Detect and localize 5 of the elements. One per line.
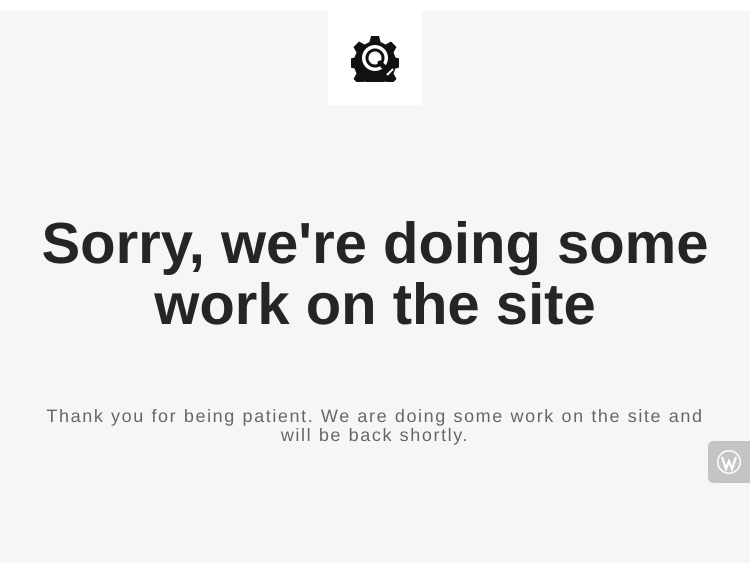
wordpress-icon bbox=[716, 449, 742, 475]
message: Thank you for being patient. We are doing some work on the site and will be back shortly. bbox=[45, 407, 705, 445]
gear-wrench-icon bbox=[351, 34, 399, 82]
heading: Sorry, we're doing some work on the site bbox=[40, 213, 710, 335]
wordpress-badge[interactable] bbox=[708, 441, 750, 483]
